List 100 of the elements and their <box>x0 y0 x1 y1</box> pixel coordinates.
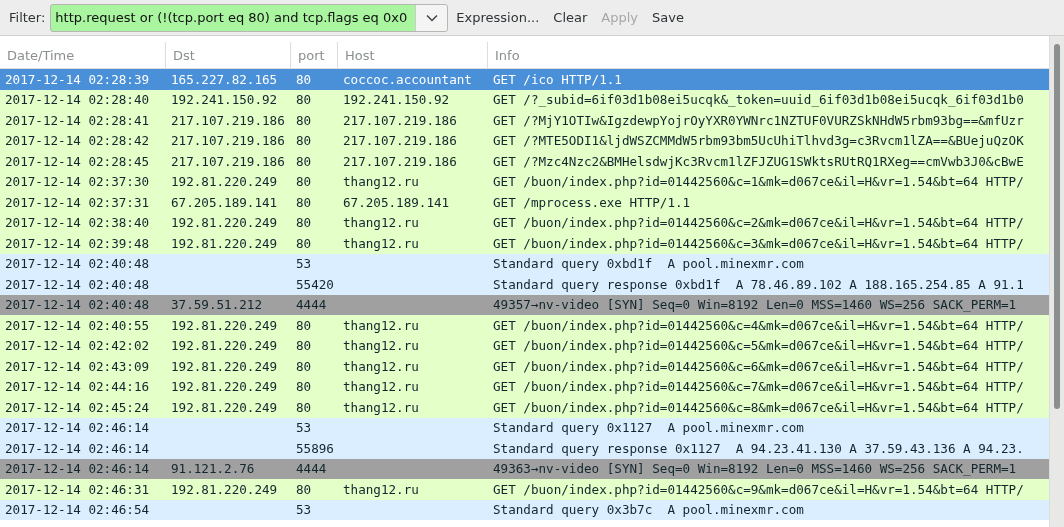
table-cell: 192.81.220.249 <box>171 338 278 354</box>
table-cell: thang12.ru <box>343 174 419 190</box>
table-cell-text: 55896 <box>295 440 335 456</box>
scrollbar-thumb[interactable] <box>1054 44 1060 409</box>
table-cell-text: 53 <box>295 502 313 518</box>
table-cell-text: 2017-12-14 02:44:16 <box>4 379 151 395</box>
packet-row[interactable]: 2017-12-14 02:45:24 192.81.220.249 80 thang12.ru GET /buon/index.php?id=01442560&c=8&mk=d067ce&il=H&vr=1.54&bt=64 HTTP/ <box>0 397 1049 418</box>
table-cell: thang12.ru <box>343 215 419 231</box>
table-cell-text: GET /mprocess.exe HTTP/1.1 <box>492 194 692 210</box>
table-cell-text: 2017-12-14 02:28:40 <box>4 92 151 108</box>
scrollbar[interactable] <box>1049 36 1064 527</box>
table-cell-text: GET /buon/index.php?id=01442560&c=2&mk=d067ce&il=H&vr=1.54&bt=64 HTTP/ <box>492 215 1025 231</box>
table-cell-text: 2017-12-14 02:45:24 <box>4 399 151 415</box>
packet-row[interactable]: 2017-12-14 02:40:55 192.81.220.249 80 thang12.ru GET /buon/index.php?id=01442560&c=4&mk=d067ce&il=H&vr=1.54&bt=64 HTTP/ <box>0 315 1049 336</box>
table-cell-text: 2017-12-14 02:40:48 <box>4 276 151 292</box>
table-cell: 192.241.150.92 <box>343 92 450 108</box>
table-cell: 192.81.220.249 <box>171 215 278 231</box>
toolbar-button[interactable]: Expression... <box>450 6 546 29</box>
table-cell: 67.205.189.141 <box>343 194 450 210</box>
table-cell-text: 80 <box>295 133 313 149</box>
table-cell: 91.121.2.76 <box>171 461 255 477</box>
toolbar-button[interactable]: Save <box>646 6 690 29</box>
table-cell-text: Standard query response 0xbd1f A 78.46.89.102 A 188.165.254.85 A 91.1 <box>492 276 1025 292</box>
packet-row[interactable]: 2017-12-14 02:40:48 55420 Standard query response 0xbd1f A 78.46.89.102 A 188.165.254.85 A 91.1 <box>0 274 1049 295</box>
table-cell-text: 2017-12-14 02:38:40 <box>4 215 151 231</box>
table-cell-text: GET /?_subid=6if03d1b08ei5ucqk&_token=uuid_6if03d1b08ei5ucqk_6if03d1b0 <box>492 92 1025 108</box>
packet-row[interactable]: 2017-12-14 02:43:09 192.81.220.249 80 thang12.ru GET /buon/index.php?id=01442560&c=6&mk=d067ce&il=H&vr=1.54&bt=64 HTTP/ <box>0 356 1049 377</box>
table-cell-text: 2017-12-14 02:46:14 <box>4 461 151 477</box>
toolbar-button[interactable]: Clear <box>547 6 594 29</box>
table-cell-text: 55420 <box>295 276 335 292</box>
packet-row[interactable]: 2017-12-14 02:38:40 192.81.220.249 80 thang12.ru GET /buon/index.php?id=01442560&c=2&mk=d067ce&il=H&vr=1.54&bt=64 HTTP/ <box>0 212 1049 233</box>
table-cell: 192.81.220.249 <box>171 399 278 415</box>
packet-row[interactable]: 2017-12-14 02:46:14 91.121.2.76 4444 49363→nv-video [SYN] Seq=0 Win=8192 Len=0 MSS=1460 WS=256 SACK_PERM=1 <box>0 458 1049 479</box>
table-cell-text: GET /buon/index.php?id=01442560&c=3&mk=d067ce&il=H&vr=1.54&bt=64 HTTP/ <box>492 235 1025 251</box>
packet-row[interactable]: 2017-12-14 02:28:42 217.107.219.186 80 217.107.219.186 GET /?MTE5ODI1&ljdWSZCMMdW5rbm93bm5UcUhiTlhvd3g=c3Rvcm1lZA==&BUejuQzOK <box>0 130 1049 151</box>
table-cell-text: GET /buon/index.php?id=01442560&c=4&mk=d067ce&il=H&vr=1.54&bt=64 HTTP/ <box>492 317 1025 333</box>
table-cell: thang12.ru <box>343 399 419 415</box>
table-cell-text: 80 <box>295 215 313 231</box>
table-cell-text: 80 <box>295 399 313 415</box>
table-cell-text: 80 <box>295 153 313 169</box>
table-cell-text: 80 <box>295 338 313 354</box>
packet-row[interactable]: 2017-12-14 02:28:40 192.241.150.92 80 192.241.150.92 GET /?_subid=6if03d1b08ei5ucqk&_token=uuid_6if03d1b08ei5ucqk_6if03d1b0 <box>0 89 1049 110</box>
packet-row[interactable]: 2017-12-14 02:28:45 217.107.219.186 80 217.107.219.186 GET /?Mzc4Nzc2&BMHelsdwjKc3Rvcm1lZFJZUG1SWktsRUtRQ1RXeg==cmVwb3J0&cBwE <box>0 151 1049 172</box>
filter-label: Filter: <box>9 10 46 25</box>
table-cell-text: 2017-12-14 02:28:39 <box>4 71 151 87</box>
table-cell-text: 2017-12-14 02:28:45 <box>4 153 151 169</box>
packet-row[interactable]: 2017-12-14 02:46:54 53 Standard query 0x3b7c A pool.minexmr.com <box>0 499 1049 520</box>
table-cell-text: 80 <box>295 112 313 128</box>
table-cell: 192.81.220.249 <box>171 174 278 190</box>
packet-row[interactable]: 2017-12-14 02:40:48 37.59.51.212 4444 49357→nv-video [SYN] Seq=0 Win=8192 Len=0 MSS=1460 WS=256 SACK_PERM=1 <box>0 294 1049 315</box>
table-cell-text: 49363→nv-video [SYN] Seq=0 Win=8192 Len=0 MSS=1460 WS=256 SACK_PERM=1 <box>492 461 1018 477</box>
table-cell: thang12.ru <box>343 481 419 497</box>
table-cell-text: GET /ico HTTP/1.1 <box>492 71 623 87</box>
dropdown-button[interactable] <box>415 4 448 31</box>
table-cell-text: Standard query 0xbd1f A pool.minexmr.com <box>492 256 805 272</box>
table-cell: 217.107.219.186 <box>171 112 285 128</box>
table-cell-text: 53 <box>295 420 313 436</box>
packet-row[interactable]: 2017-12-14 02:44:16 192.81.220.249 80 thang12.ru GET /buon/index.php?id=01442560&c=7&mk=d067ce&il=H&vr=1.54&bt=64 HTTP/ <box>0 376 1049 397</box>
table-cell: 67.205.189.141 <box>171 194 278 210</box>
table-cell-text: 2017-12-14 02:46:54 <box>4 502 151 518</box>
table-cell: 217.107.219.186 <box>343 133 457 149</box>
table-cell-text: 2017-12-14 02:28:42 <box>4 133 151 149</box>
table-cell-text: GET /buon/index.php?id=01442560&c=5&mk=d067ce&il=H&vr=1.54&bt=64 HTTP/ <box>492 338 1025 354</box>
table-cell-text: 2017-12-14 02:28:41 <box>4 112 151 128</box>
packet-row[interactable]: 2017-12-14 02:46:31 192.81.220.249 80 thang12.ru GET /buon/index.php?id=01442560&c=9&mk=d067ce&il=H&vr=1.54&bt=64 HTTP/ <box>0 479 1049 500</box>
table-cell-text: 2017-12-14 02:37:30 <box>4 174 151 190</box>
packet-row[interactable]: 2017-12-14 02:39:48 192.81.220.249 80 thang12.ru GET /buon/index.php?id=01442560&c=3&mk=d067ce&il=H&vr=1.54&bt=64 HTTP/ <box>0 233 1049 254</box>
table-cell-text: 2017-12-14 02:46:14 <box>4 420 151 436</box>
table-cell: 217.107.219.186 <box>343 153 457 169</box>
table-cell-text: GET /?Mzc4Nzc2&BMHelsdwjKc3Rvcm1lZFJZUG1SWktsRUtRQ1RXeg==cmVwb3J0&cBwE <box>492 153 1025 169</box>
table-cell: 192.241.150.92 <box>171 92 278 108</box>
table-cell-text: 49357→nv-video [SYN] Seq=0 Win=8192 Len=0 MSS=1460 WS=256 SACK_PERM=1 <box>492 297 1018 313</box>
table-cell-text: 80 <box>295 317 313 333</box>
table-cell: thang12.ru <box>343 317 419 333</box>
table-cell-text: 2017-12-14 02:46:31 <box>4 481 151 497</box>
table-cell-text: 80 <box>295 92 313 108</box>
table-cell-text: 80 <box>295 174 313 190</box>
table-cell: thang12.ru <box>343 338 419 354</box>
table-cell: coccoc.accountant <box>343 71 472 87</box>
table-cell-text: Standard query response 0x1127 A 94.23.41.130 A 37.59.43.136 A 94.23. <box>492 440 1025 456</box>
packet-row[interactable]: 2017-12-14 02:28:41 217.107.219.186 80 217.107.219.186 GET /?MjY1OTIw&IgzdewpYojrOyYXR0YWNrc1NZTUF0VURZSkNHdW5rbm93bg==&mfUzr <box>0 110 1049 131</box>
table-cell-text: 80 <box>295 358 313 374</box>
packet-row[interactable]: 2017-12-14 02:46:14 55896 Standard query response 0x1127 A 94.23.41.130 A 37.59.43.136 A 94.23. <box>0 438 1049 459</box>
table-cell: 217.107.219.186 <box>343 112 457 128</box>
table-cell-text: Standard query 0x1127 A pool.minexmr.com <box>492 420 805 436</box>
packet-row[interactable]: 2017-12-14 02:46:14 53 Standard query 0x1127 A pool.minexmr.com <box>0 417 1049 438</box>
table-cell-text: GET /?MjY1OTIw&IgzdewpYojrOyYXR0YWNrc1NZTUF0VURZSkNHdW5rbm93bg==&mfUzr <box>492 112 1025 128</box>
table-cell-text: GET /buon/index.php?id=01442560&c=8&mk=d067ce&il=H&vr=1.54&bt=64 HTTP/ <box>492 399 1025 415</box>
table-cell-text: 80 <box>295 71 313 87</box>
packet-row[interactable]: 2017-12-14 02:37:30 192.81.220.249 80 thang12.ru GET /buon/index.php?id=01442560&c=1&mk=d067ce&il=H&vr=1.54&bt=64 HTTP/ <box>0 171 1049 192</box>
packet-row[interactable]: 2017-12-14 02:40:48 53 Standard query 0xbd1f A pool.minexmr.com <box>0 253 1049 274</box>
table-cell-text: 2017-12-14 02:40:55 <box>4 317 151 333</box>
table-cell-text: 4444 <box>295 297 328 313</box>
table-cell: thang12.ru <box>343 235 419 251</box>
packet-row[interactable]: 2017-12-14 02:37:31 67.205.189.141 80 67.205.189.141 GET /mprocess.exe HTTP/1.1 <box>0 192 1049 213</box>
filter-field[interactable]: http.request or (!(tcp.port eq 80) and tcp.flags eq 0x0 <box>50 3 449 32</box>
table-cell-text: 2017-12-14 02:43:09 <box>4 358 151 374</box>
table-cell-text: GET /buon/index.php?id=01442560&c=9&mk=d067ce&il=H&vr=1.54&bt=64 HTTP/ <box>492 481 1025 497</box>
packet-row[interactable]: 2017-12-14 02:42:02 192.81.220.249 80 thang12.ru GET /buon/index.php?id=01442560&c=5&mk=d067ce&il=H&vr=1.54&bt=64 HTTP/ <box>0 335 1049 356</box>
table-cell: 192.81.220.249 <box>171 481 278 497</box>
